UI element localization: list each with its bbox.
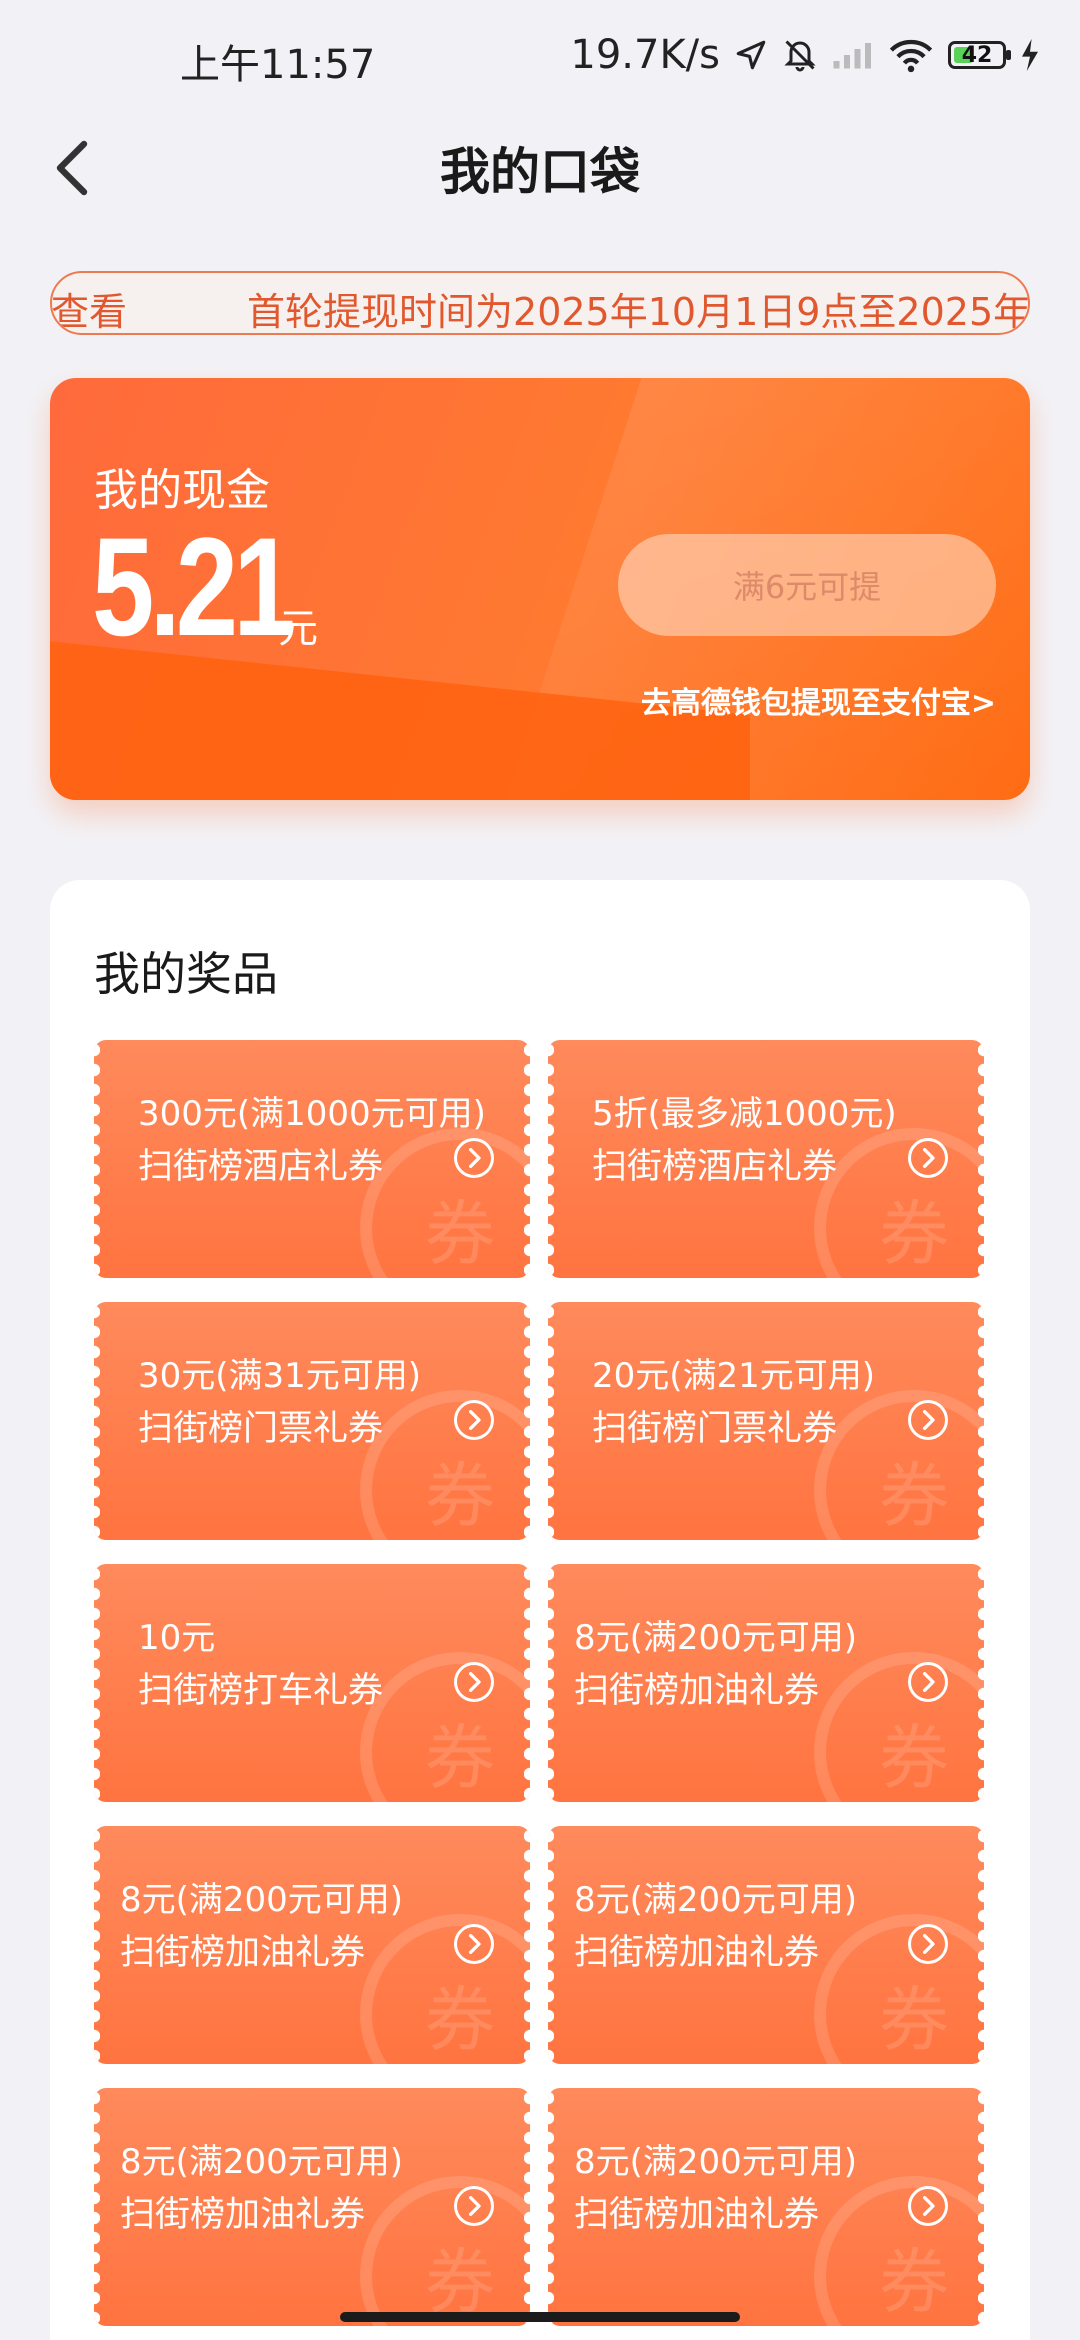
- withdraw-button[interactable]: 满6元可提: [618, 534, 996, 636]
- coupon-type: 扫街榜加油礼券: [574, 1933, 820, 1973]
- coupon-value: 30元(满31元可用): [138, 1356, 422, 1396]
- battery-icon: 42: [948, 41, 1011, 69]
- cash-card: 我的现金 5.21 元 满6元可提 去高德钱包提现至支付宝>: [50, 378, 1030, 800]
- coupon-card[interactable]: 券 30元(满31元可用) 扫街榜门票礼券: [94, 1302, 530, 1540]
- coupon-card[interactable]: 券 10元 扫街榜打车礼券: [94, 1564, 530, 1802]
- coupon-card[interactable]: 券 8元(满200元可用) 扫街榜加油礼券: [548, 1564, 984, 1802]
- notice-text: 查看 首轮提现时间为2025年10月1日9点至2025年10月: [51, 281, 1030, 334]
- coupon-notch: [94, 1826, 100, 2064]
- coupon-watermark: 券: [814, 1128, 984, 1278]
- chevron-right-circle-icon: [454, 1924, 494, 1964]
- nav-bar: 我的口袋: [0, 110, 1080, 230]
- coupon-type: 扫街榜酒店礼券: [592, 1147, 838, 1187]
- coupon-card[interactable]: 券 8元(满200元可用) 扫街榜加油礼券: [548, 2088, 984, 2326]
- cash-unit: 元: [278, 606, 318, 652]
- status-bar: 上午11:57 19.7K/s 42: [0, 0, 1080, 120]
- location-arrow-icon: [734, 38, 768, 72]
- coupon-type: 扫街榜加油礼券: [120, 1933, 366, 1973]
- coupon-value: 8元(满200元可用): [574, 2142, 858, 2182]
- coupon-card[interactable]: 券 20元(满21元可用) 扫街榜门票礼券: [548, 1302, 984, 1540]
- home-indicator[interactable]: [340, 2312, 740, 2322]
- status-icons: 19.7K/s 42: [570, 30, 1040, 80]
- chevron-right-circle-icon: [908, 1400, 948, 1440]
- chevron-right-circle-icon: [454, 1400, 494, 1440]
- coupon-type: 扫街榜加油礼券: [120, 2195, 366, 2235]
- coupon-notch: [548, 1040, 554, 1278]
- coupon-watermark: 券: [360, 2176, 530, 2326]
- prizes-title: 我的奖品: [94, 947, 278, 1001]
- coupon-card[interactable]: 券 8元(满200元可用) 扫街榜加油礼券: [94, 1826, 530, 2064]
- coupon-notch: [548, 1302, 554, 1540]
- coupon-notch: [94, 1302, 100, 1540]
- coupon-watermark: 券: [814, 1914, 984, 2064]
- coupon-watermark: 券: [814, 1652, 984, 1802]
- coupon-card[interactable]: 券 300元(满1000元可用) 扫街榜酒店礼券: [94, 1040, 530, 1278]
- coupon-card[interactable]: 券 8元(满200元可用) 扫街榜加油礼券: [548, 1826, 984, 2064]
- coupon-watermark: 券: [360, 1652, 530, 1802]
- coupon-type: 扫街榜打车礼券: [138, 1671, 384, 1711]
- coupon-watermark: 券: [814, 2176, 984, 2326]
- wifi-icon: [888, 37, 934, 73]
- chevron-right-circle-icon: [454, 2186, 494, 2226]
- coupon-type: 扫街榜加油礼券: [574, 2195, 820, 2235]
- coupon-value: 300元(满1000元可用): [138, 1094, 486, 1134]
- coupon-type: 扫街榜门票礼券: [592, 1409, 838, 1449]
- charging-icon: [1020, 39, 1040, 71]
- coupon-type: 扫街榜酒店礼券: [138, 1147, 384, 1187]
- coupon-value: 8元(满200元可用): [574, 1880, 858, 1920]
- coupon-card[interactable]: 券 8元(满200元可用) 扫街榜加油礼券: [94, 2088, 530, 2326]
- notice-marquee[interactable]: 查看 首轮提现时间为2025年10月1日9点至2025年10月: [50, 271, 1030, 335]
- battery-cap: [1006, 50, 1011, 60]
- coupon-watermark: 券: [360, 1128, 530, 1278]
- coupon-card[interactable]: 券 5折(最多减1000元) 扫街榜酒店礼券: [548, 1040, 984, 1278]
- coupon-value: 8元(满200元可用): [120, 1880, 404, 1920]
- coupon-notch: [94, 1564, 100, 1802]
- coupon-notch: [548, 1564, 554, 1802]
- chevron-right-circle-icon: [908, 1138, 948, 1178]
- coupon-watermark: 券: [814, 1390, 984, 1540]
- coupon-value: 5折(最多减1000元): [592, 1094, 897, 1134]
- coupon-notch: [548, 1826, 554, 2064]
- chevron-right-circle-icon: [454, 1662, 494, 1702]
- coupon-value: 8元(满200元可用): [574, 1618, 858, 1658]
- coupon-value: 20元(满21元可用): [592, 1356, 876, 1396]
- coupon-watermark: 券: [360, 1914, 530, 2064]
- coupon-notch: [94, 2088, 100, 2326]
- coupon-notch: [548, 2088, 554, 2326]
- coupon-value: 10元: [138, 1618, 216, 1658]
- coupon-notch: [94, 1040, 100, 1278]
- cash-amount: 5.21: [92, 508, 296, 665]
- chevron-right-circle-icon: [454, 1138, 494, 1178]
- notice-text-main: 首轮提现时间为2025年10月1日9点至2025年10月: [247, 290, 1030, 334]
- page-title: 我的口袋: [440, 143, 640, 201]
- wallet-withdraw-link[interactable]: 去高德钱包提现至支付宝>: [641, 678, 996, 722]
- coupon-value: 8元(满200元可用): [120, 2142, 404, 2182]
- status-time: 上午11:57: [180, 42, 376, 88]
- coupon-watermark: 券: [360, 1390, 530, 1540]
- net-speed: 19.7K/s: [570, 32, 720, 78]
- signal-icon: [832, 39, 874, 71]
- notice-text-head: 查看: [51, 290, 128, 334]
- chevron-right-circle-icon: [908, 2186, 948, 2226]
- battery-level: 42: [961, 42, 993, 68]
- coupon-type: 扫街榜加油礼券: [574, 1671, 820, 1711]
- mute-bell-icon: [782, 37, 818, 73]
- chevron-right-circle-icon: [908, 1662, 948, 1702]
- chevron-right-circle-icon: [908, 1924, 948, 1964]
- coupon-type: 扫街榜门票礼券: [138, 1409, 384, 1449]
- prizes-panel: 我的奖品 券 300元(满1000元可用) 扫街榜酒店礼券 券 5折(最多减10…: [50, 880, 1030, 2340]
